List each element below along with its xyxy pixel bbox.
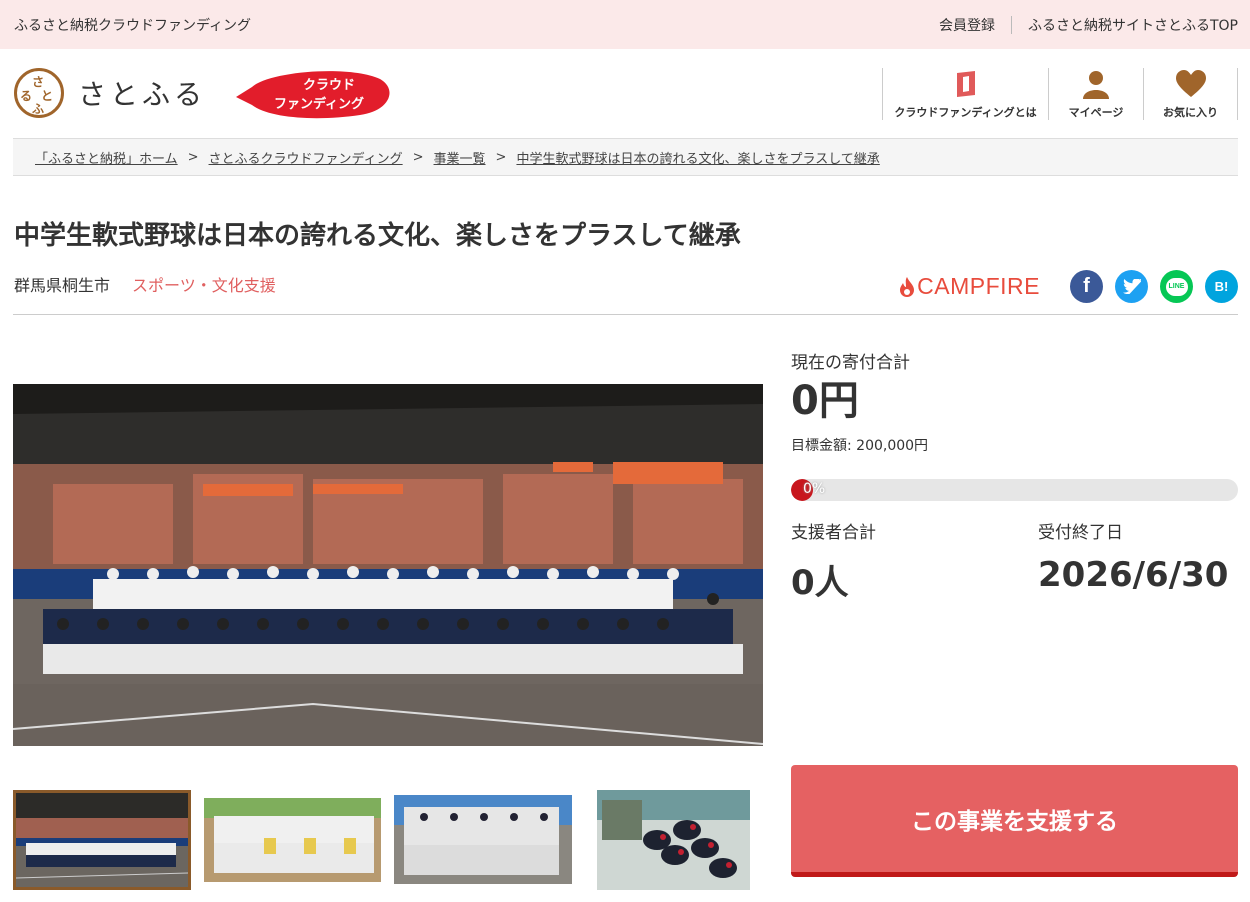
hatena-glyph: B! [1214, 279, 1229, 294]
supporters-block: 支援者合計 0人 [791, 518, 876, 604]
top-links: 会員登録 ふるさと納税サイトさとふるTOP [939, 15, 1238, 35]
nav-label: マイページ [1068, 106, 1124, 119]
thumbnail-4[interactable] [597, 790, 750, 890]
page-title: 中学生軟式野球は日本の誇れる文化、楽しさをプラスして継承 [14, 221, 741, 251]
goal-amount: 目標金額: 200,000円 [791, 438, 929, 454]
deadline-block: 受付終了日 2026/6/30 [1038, 518, 1228, 595]
facebook-share-icon[interactable]: f [1070, 270, 1103, 303]
breadcrumb-current[interactable]: 中学生軟式野球は日本の誇れる文化、楽しさをプラスして継承 [516, 148, 879, 167]
progress-bar: 0% [791, 479, 1238, 501]
progress-percent: 0% [803, 481, 826, 497]
project-meta: 群馬県桐生市 スポーツ・文化支援 [14, 272, 276, 296]
campfire-logo: CAMPFIRE [900, 273, 1040, 300]
project-category[interactable]: スポーツ・文化支援 [132, 272, 276, 296]
site-logo[interactable]: さ る と ふ さとふる クラウド ファンディング [14, 67, 392, 119]
nav-about-crowdfunding[interactable]: クラウドファンディングとは [882, 68, 1048, 120]
thumbnail-2[interactable] [204, 798, 381, 882]
satofull-top-link[interactable]: ふるさと納税サイトさとふるTOP [1028, 15, 1238, 35]
nav-label: お気に入り [1163, 106, 1218, 119]
nav-favorites[interactable]: お気に入り [1143, 68, 1238, 120]
supporters-label: 支援者合計 [791, 523, 876, 543]
user-icon [1081, 68, 1111, 100]
breadcrumb-separator: > [495, 149, 507, 165]
flame-icon [900, 276, 915, 297]
badge-line-2: ファンディング [273, 97, 365, 112]
top-divider [1010, 15, 1012, 34]
thumbnail-3[interactable] [394, 795, 572, 884]
header-nav: クラウドファンディングとは マイページ お気に入り [882, 68, 1238, 120]
breadcrumb-projects[interactable]: 事業一覧 [434, 148, 486, 167]
hatena-share-icon[interactable]: B! [1205, 270, 1238, 303]
campfire-text: CAMPFIRE [917, 273, 1040, 299]
heart-icon [1175, 68, 1206, 100]
line-glyph: LINE [1165, 277, 1188, 296]
crowdfunding-badge: クラウド ファンディング [230, 67, 392, 119]
register-link[interactable]: 会員登録 [939, 15, 995, 35]
deadline-label: 受付終了日 [1038, 523, 1123, 543]
supporters-value: 0人 [791, 563, 849, 603]
line-share-icon[interactable]: LINE [1160, 270, 1193, 303]
book-icon [954, 68, 978, 100]
nav-mypage[interactable]: マイページ [1048, 68, 1143, 120]
breadcrumb-crowdfunding[interactable]: さとふるクラウドファンディング [209, 148, 403, 167]
nav-label: クラウドファンディングとは [894, 106, 1037, 119]
facebook-glyph: f [1083, 275, 1090, 297]
section-divider [13, 314, 1238, 315]
main-project-photo [13, 384, 763, 746]
breadcrumb-home[interactable]: 「ふるさと納税」ホーム [35, 148, 178, 167]
logo-mark-icon: さ る と ふ [14, 68, 64, 118]
funding-stats: 現在の寄付合計 0円 目標金額: 200,000円 0% 支援者合計 0人 受付… [791, 348, 1238, 603]
support-project-button[interactable]: この事業を支援する [791, 765, 1238, 877]
breadcrumb-separator: > [187, 149, 199, 165]
badge-line-1: クラウド [303, 78, 356, 93]
total-label: 現在の寄付合計 [791, 353, 910, 373]
project-city: 群馬県桐生市 [14, 276, 111, 295]
logo-text: さとふる [78, 78, 207, 111]
share-bar: CAMPFIRE f LINE B! [900, 270, 1238, 303]
total-value: 0円 [791, 378, 859, 424]
site-tagline: ふるさと納税クラウドファンディング [14, 17, 252, 34]
top-bar: ふるさと納税クラウドファンディング 会員登録 ふるさと納税サイトさとふるTOP [0, 0, 1250, 49]
thumbnail-1[interactable] [13, 790, 191, 890]
site-header: さ る と ふ さとふる クラウド ファンディング クラウドファンディングとは … [0, 49, 1250, 137]
breadcrumb-separator: > [412, 149, 424, 165]
breadcrumb: 「ふるさと納税」ホーム > さとふるクラウドファンディング > 事業一覧 > 中… [13, 138, 1238, 176]
twitter-share-icon[interactable] [1115, 270, 1148, 303]
deadline-value: 2026/6/30 [1038, 555, 1229, 595]
